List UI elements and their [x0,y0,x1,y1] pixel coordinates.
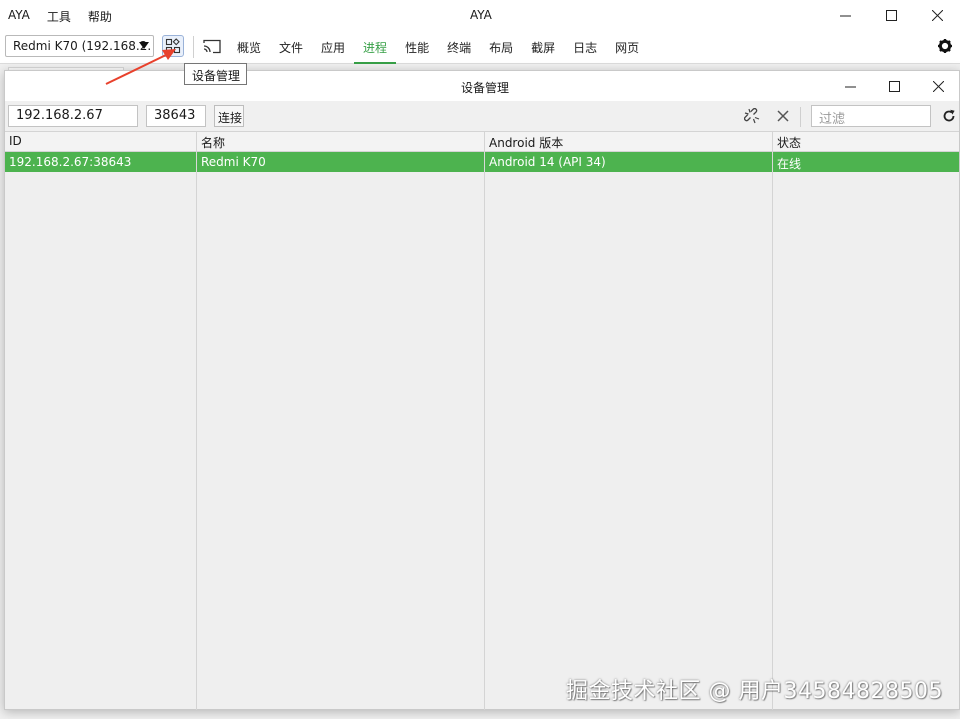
tab-2[interactable]: 应用 [312,30,354,64]
close-button[interactable] [914,0,960,30]
column-header-android-version[interactable]: Android 版本 [485,132,773,152]
tab-6[interactable]: 布局 [480,30,522,64]
tab-3[interactable]: 进程 [354,30,397,64]
table-row[interactable]: 192.168.2.67:38643 Redmi K70 Android 14 … [5,152,959,172]
column-header-id[interactable]: ID [5,132,197,152]
unlink-icon [744,108,760,124]
cell-status: 在线 [777,157,802,171]
table-header: ID 名称 Android 版本 状态 [5,132,959,152]
remove-device-button[interactable] [775,108,791,124]
column-header-status[interactable]: 状态 [773,132,959,152]
device-manager-dialog: 设备管理 192.168.2.67 38643 连接 过滤 ID 名称 Andr… [4,70,960,710]
tab-8[interactable]: 日志 [564,30,606,64]
cell-id: 192.168.2.67:38643 [5,152,197,172]
gear-icon [938,39,952,53]
menu-help[interactable]: 帮助 [88,8,112,25]
settings-button[interactable] [937,38,953,54]
minimize-icon [839,15,851,16]
dialog-maximize-button[interactable] [871,71,917,101]
dialog-title: 设备管理 [461,81,510,95]
tab-4[interactable]: 性能 [396,30,438,64]
filter-input[interactable]: 过滤 [811,105,931,127]
tab-9[interactable]: 网页 [606,30,648,64]
device-table: ID 名称 Android 版本 状态 192.168.2.67:38643 R… [5,131,959,710]
toolbar-divider [800,107,801,127]
close-icon [777,110,789,122]
column-divider [484,172,485,710]
title-bar: AYA 工具 帮助 AYA [0,0,960,30]
disconnect-button[interactable] [744,108,760,124]
tab-0[interactable]: 概览 [228,30,270,64]
minimize-button[interactable] [822,0,868,30]
maximize-icon [885,9,897,21]
menu-bar: AYA 工具 帮助 [8,8,112,25]
column-header-name[interactable]: 名称 [197,132,485,152]
watermark: 掘金技术社区 @ 用户34584828505 [566,679,943,704]
cell-android-version: Android 14 (API 34) [485,152,773,172]
toolbar-divider [193,36,194,58]
annotation-arrow-icon [105,49,176,85]
column-divider [772,172,773,710]
maximize-icon [888,80,900,92]
dialog-minimize-button[interactable] [827,71,873,101]
device-manager-tooltip: 设备管理 [184,63,247,85]
column-divider [196,172,197,710]
tab-1[interactable]: 文件 [270,30,312,64]
menu-aya[interactable]: AYA [8,8,30,25]
window-title: AYA [470,8,492,22]
tab-7[interactable]: 截屏 [522,30,564,64]
connect-button[interactable]: 连接 [214,105,244,127]
refresh-icon [943,109,955,122]
host-input[interactable]: 192.168.2.67 [8,105,138,127]
minimize-icon [844,86,856,87]
port-input[interactable]: 38643 [146,105,206,127]
dialog-toolbar: 192.168.2.67 38643 连接 过滤 [5,101,959,131]
main-tabs: 概览 文件 应用 进程 性能 终端 布局 截屏 日志 网页 [228,30,648,64]
cast-icon [203,39,221,53]
menu-tools[interactable]: 工具 [47,8,71,25]
cell-name: Redmi K70 [197,152,485,172]
maximize-button[interactable] [868,0,914,30]
refresh-button[interactable] [941,108,957,124]
close-icon [932,80,944,92]
tab-5[interactable]: 终端 [438,30,480,64]
screen-mirror-button[interactable] [202,37,222,55]
dialog-close-button[interactable] [915,71,960,101]
close-icon [931,9,943,21]
